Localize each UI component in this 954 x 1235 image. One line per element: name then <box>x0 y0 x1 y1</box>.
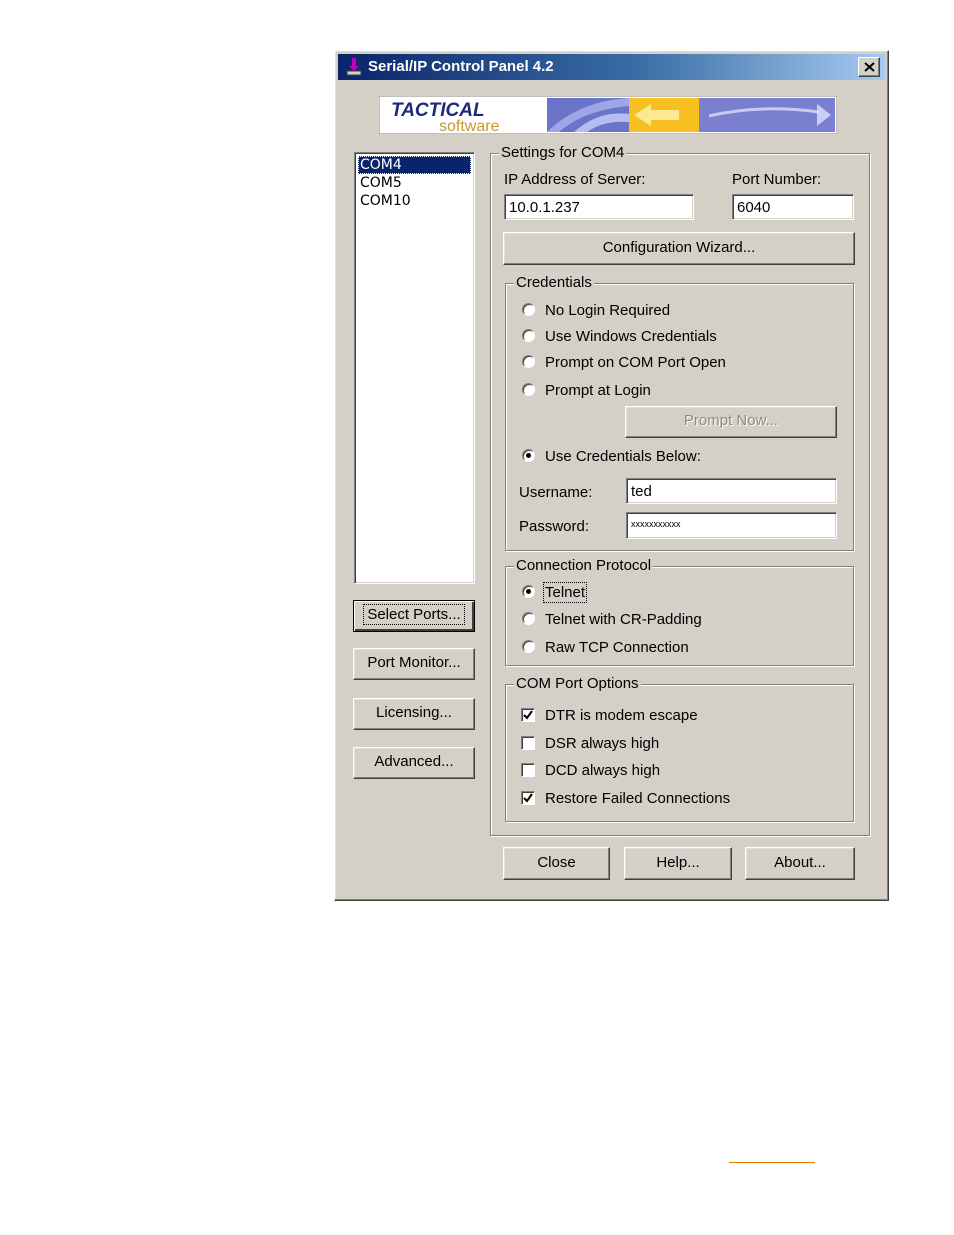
port-listbox[interactable]: COM4 COM5 COM10 <box>354 152 475 584</box>
com-port-options-title: COM Port Options <box>514 675 641 693</box>
window-title: Serial/IP Control Panel 4.2 <box>368 58 554 75</box>
telnet-label[interactable]: Telnet <box>542 582 588 603</box>
username-value: ted <box>631 483 652 500</box>
telnet-cr-padding-label[interactable]: Telnet with CR-Padding <box>545 611 702 628</box>
dtr-modem-escape-checkbox[interactable] <box>521 708 535 722</box>
prompt-now-button: Prompt Now... <box>625 406 837 438</box>
dcd-always-high-label[interactable]: DCD always high <box>545 762 660 779</box>
raw-tcp-radio[interactable] <box>522 640 535 653</box>
username-input[interactable]: ted <box>626 478 837 504</box>
brand-bottom-text: software <box>439 118 500 134</box>
about-button[interactable]: About... <box>745 847 855 880</box>
port-list-item[interactable]: COM5 <box>358 174 471 192</box>
tactical-software-banner: TACTICAL software <box>379 96 837 134</box>
port-number-value: 6040 <box>737 199 771 216</box>
dtr-modem-escape-label[interactable]: DTR is modem escape <box>545 707 698 724</box>
password-value: xxxxxxxxxxx <box>631 519 681 529</box>
port-number-label: Port Number: <box>732 171 822 188</box>
dsr-always-high-checkbox[interactable] <box>521 736 535 750</box>
restore-failed-connections-checkbox[interactable] <box>521 791 535 805</box>
advanced-button[interactable]: Advanced... <box>353 747 475 779</box>
password-label: Password: <box>519 518 590 535</box>
telnet-cr-padding-radio[interactable] <box>522 612 535 625</box>
telnet-radio[interactable] <box>522 585 535 598</box>
use-credentials-below-radio[interactable] <box>522 449 535 462</box>
window-close-button[interactable] <box>858 57 880 77</box>
raw-tcp-label[interactable]: Raw TCP Connection <box>545 639 689 656</box>
use-credentials-below-label[interactable]: Use Credentials Below: <box>545 448 701 465</box>
no-login-radio[interactable] <box>522 303 535 316</box>
no-login-label[interactable]: No Login Required <box>545 302 670 319</box>
close-button[interactable]: Close <box>503 847 610 880</box>
prompt-at-login-label[interactable]: Prompt at Login <box>545 382 651 399</box>
checkmark-icon <box>523 793 533 803</box>
port-list-item[interactable]: COM10 <box>358 192 471 210</box>
close-icon <box>864 62 875 72</box>
checkmark-icon <box>523 710 533 720</box>
dcd-always-high-checkbox[interactable] <box>521 763 535 777</box>
settings-group-title: Settings for COM4 <box>499 144 627 162</box>
link-underline[interactable] <box>729 1162 815 1163</box>
port-monitor-button[interactable]: Port Monitor... <box>353 648 475 680</box>
configuration-wizard-button[interactable]: Configuration Wizard... <box>503 232 855 265</box>
prompt-on-open-radio[interactable] <box>522 355 535 368</box>
credentials-group-title: Credentials <box>514 274 594 292</box>
ip-address-label: IP Address of Server: <box>504 171 646 188</box>
prompt-on-open-label[interactable]: Prompt on COM Port Open <box>545 354 726 371</box>
windows-credentials-label[interactable]: Use Windows Credentials <box>545 328 717 345</box>
title-bar[interactable]: Serial/IP Control Panel 4.2 <box>338 54 885 80</box>
select-ports-label: Select Ports... <box>363 604 465 625</box>
restore-failed-connections-label[interactable]: Restore Failed Connections <box>545 790 730 807</box>
connection-protocol-title: Connection Protocol <box>514 557 654 575</box>
ip-address-value: 10.0.1.237 <box>509 199 580 216</box>
port-number-input[interactable]: 6040 <box>732 194 854 220</box>
serial-ip-app-icon <box>346 58 362 76</box>
dsr-always-high-label[interactable]: DSR always high <box>545 735 659 752</box>
licensing-button[interactable]: Licensing... <box>353 698 475 730</box>
help-button[interactable]: Help... <box>624 847 732 880</box>
password-input[interactable]: xxxxxxxxxxx <box>626 512 837 539</box>
prompt-at-login-radio[interactable] <box>522 383 535 396</box>
select-ports-button[interactable]: Select Ports... <box>353 600 475 632</box>
windows-credentials-radio[interactable] <box>522 329 535 342</box>
ip-address-input[interactable]: 10.0.1.237 <box>504 194 694 220</box>
username-label: Username: <box>519 484 593 501</box>
port-list-item[interactable]: COM4 <box>358 156 471 174</box>
